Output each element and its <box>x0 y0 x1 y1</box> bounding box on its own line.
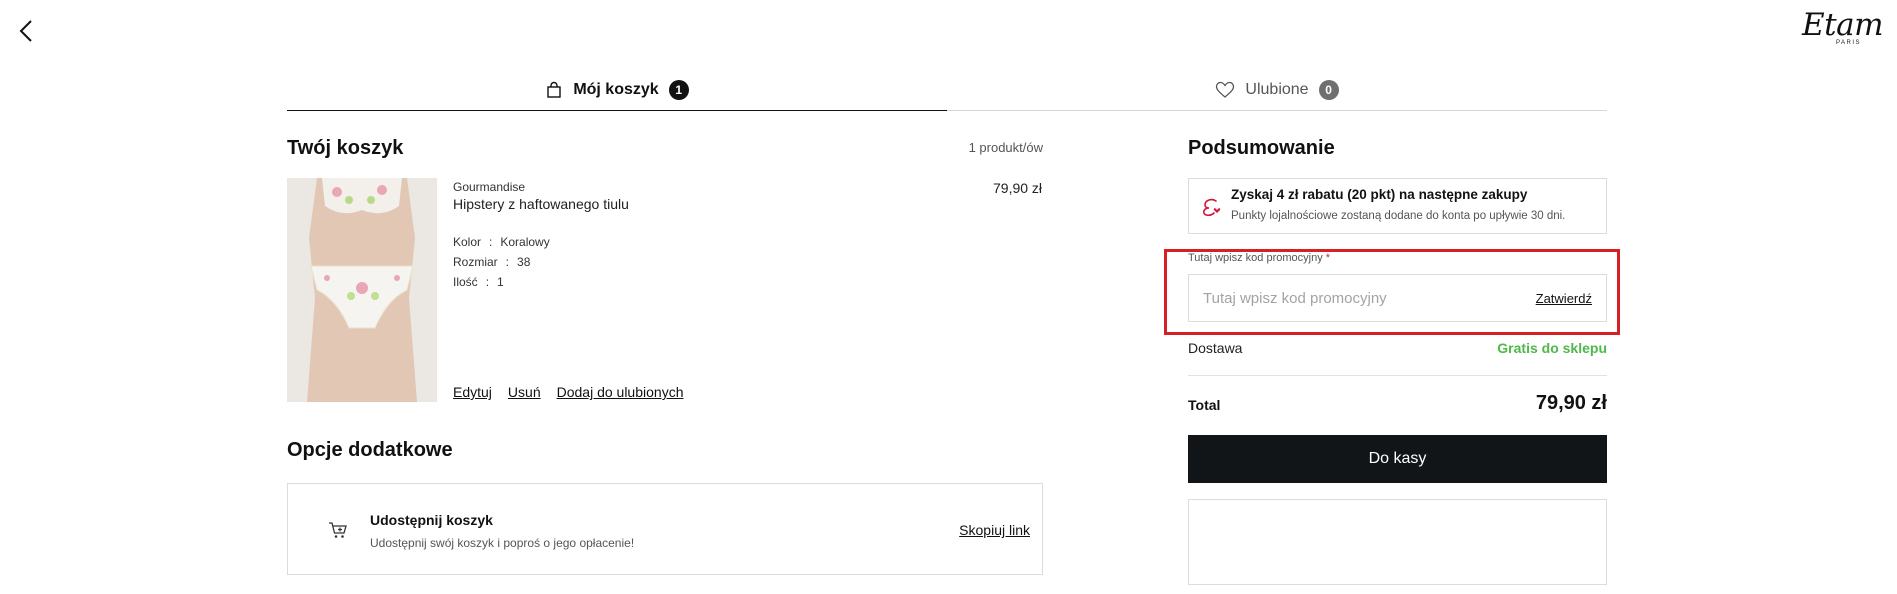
attr-separator: : <box>489 235 493 249</box>
total-label: Total <box>1188 397 1221 413</box>
loyalty-e-icon <box>1203 198 1221 217</box>
brand-logo[interactable]: Etam PARIS <box>1773 10 1883 52</box>
share-cart-card: Udostępnij koszyk Udostępnij swój koszyk… <box>287 483 1043 575</box>
shipping-value: Gratis do sklepu <box>1497 340 1607 356</box>
favorites-count-badge: 0 <box>1318 80 1339 100</box>
shopping-bag-icon <box>547 81 562 98</box>
checkout-button[interactable]: Do kasy <box>1188 435 1607 483</box>
product-image[interactable] <box>287 178 437 402</box>
attr-size: Rozmiar:38 <box>453 255 530 269</box>
back-arrow-icon <box>19 20 32 42</box>
copy-link-button[interactable]: Skopiuj link <box>959 522 1030 538</box>
cart-item-count: 1 produkt/ów <box>968 140 1043 155</box>
cart-icon <box>329 522 347 538</box>
tab-favorites[interactable]: Ulubione 0 <box>947 70 1607 111</box>
heart-icon <box>1216 81 1235 98</box>
attr-separator: : <box>505 255 510 269</box>
loyalty-title: Zyskaj 4 zł rabatu (20 pkt) na następne … <box>1231 187 1528 202</box>
promo-code-label-text: Tutaj wpisz kod promocyjny <box>1188 252 1323 264</box>
product-photo <box>287 178 437 402</box>
brand-name: Etam <box>1802 7 1883 43</box>
options-title: Opcje dodatkowe <box>287 439 453 461</box>
attr-color-value: Koralowy <box>500 235 550 249</box>
attr-quantity-value: 1 <box>497 275 504 289</box>
share-cart-title: Udostępnij koszyk <box>370 512 493 528</box>
product-brand: Gourmandise <box>453 180 526 194</box>
summary-title: Podsumowanie <box>1188 137 1335 159</box>
promo-code-label: Tutaj wpisz kod promocyjny * <box>1188 252 1330 264</box>
loyalty-card: Zyskaj 4 zł rabatu (20 pkt) na następne … <box>1188 178 1607 234</box>
loyalty-description: Punkty lojalnościowe zostaną dodane do k… <box>1231 210 1566 222</box>
summary-divider <box>1188 375 1607 376</box>
attr-separator: : <box>485 275 490 289</box>
cart-tabs: Mój koszyk 1 Ulubione 0 <box>287 70 1607 111</box>
remove-link[interactable]: Usuń <box>508 384 541 400</box>
product-actions: Edytuj Usuń Dodaj do ulubionych <box>453 384 683 400</box>
back-button[interactable] <box>12 16 42 46</box>
attr-size-value: 38 <box>517 255 531 269</box>
product-price: 79,90 zł <box>993 180 1043 196</box>
share-cart-description: Udostępnij swój koszyk i poproś o jego o… <box>370 536 635 550</box>
promo-code-input[interactable] <box>1189 288 1536 308</box>
tab-favorites-label: Ulubione <box>1245 81 1309 98</box>
attr-color: Kolor: Koralowy <box>453 235 550 249</box>
tab-my-cart[interactable]: Mój koszyk 1 <box>287 70 947 111</box>
shipping-label: Dostawa <box>1188 340 1243 356</box>
attr-quantity-key: Ilość <box>453 275 478 289</box>
promo-code-field: Zatwierdź <box>1188 274 1607 322</box>
attr-quantity: Ilość:1 <box>453 275 504 289</box>
add-to-favorites-link[interactable]: Dodaj do ulubionych <box>557 384 684 400</box>
product-name[interactable]: Hipstery z haftowanego tiulu <box>453 196 629 212</box>
edit-link[interactable]: Edytuj <box>453 384 492 400</box>
total-value: 79,90 zł <box>1535 392 1607 414</box>
promo-submit-button[interactable]: Zatwierdź <box>1536 291 1592 306</box>
payment-methods-box <box>1188 499 1607 585</box>
required-mark: * <box>1325 252 1331 264</box>
cart-title: Twój koszyk <box>287 137 404 159</box>
attr-size-key: Rozmiar <box>453 255 498 269</box>
tab-my-cart-label: Mój koszyk <box>573 81 659 98</box>
cart-count-badge: 1 <box>668 80 689 100</box>
attr-color-key: Kolor <box>453 235 482 249</box>
